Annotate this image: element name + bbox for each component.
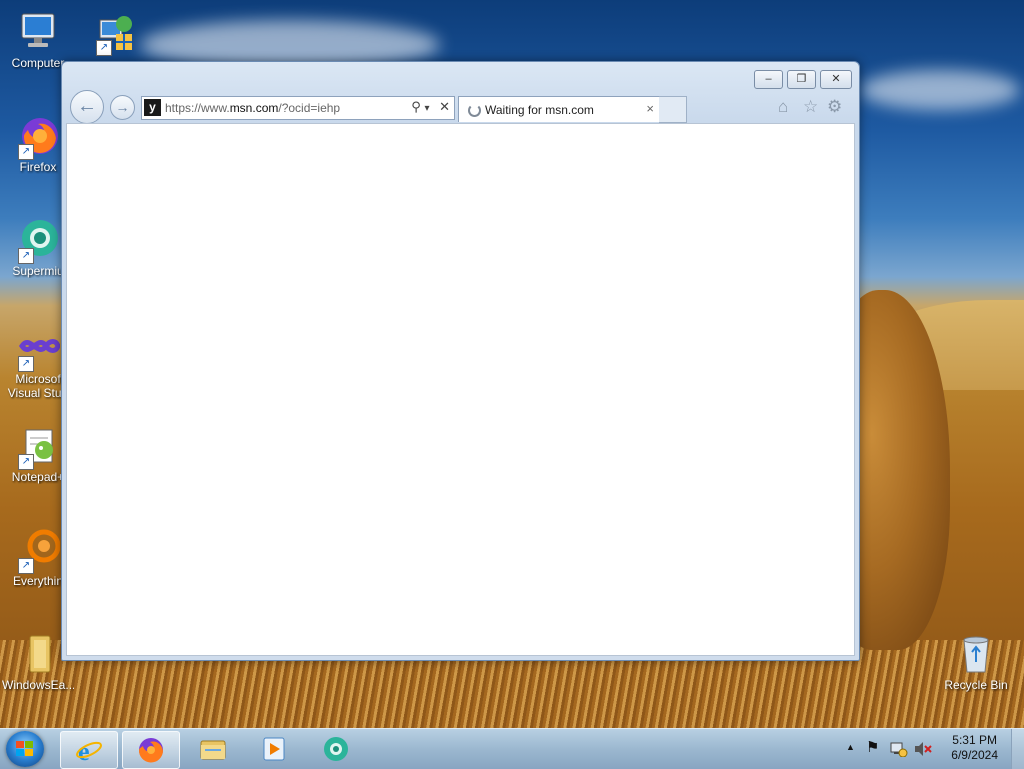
tools-icon[interactable]: ⚙ — [827, 97, 842, 117]
visual-studio-icon: ↗ — [16, 326, 61, 372]
address-bar[interactable]: y https://www.msn.com/?ocid=iehp ⚲ ▾ ✕ — [141, 96, 455, 120]
file-explorer-icon — [200, 740, 226, 760]
shortcut-arrow-icon: ↗ — [18, 558, 34, 574]
shortcut-arrow-icon: ↗ — [96, 40, 112, 56]
supermium-icon: ↗ — [16, 218, 60, 264]
desktop-icon-network[interactable]: ↗ — [80, 10, 152, 56]
everything-icon: ↗ — [16, 528, 61, 574]
start-button[interactable] — [6, 731, 44, 767]
firefox-icon: ↗ — [16, 114, 60, 160]
internet-explorer-icon: e — [76, 737, 102, 764]
media-player-icon — [263, 737, 285, 761]
back-button[interactable]: ← — [70, 90, 104, 124]
supermium-icon — [324, 737, 348, 761]
address-url[interactable]: https://www.msn.com/?ocid=iehp — [165, 101, 340, 115]
action-center-flag-icon[interactable]: ⚑ — [866, 738, 879, 756]
close-button[interactable]: ✕ — [820, 70, 852, 89]
desktop-icon-label: WindowsEa... — [2, 678, 74, 692]
cloud — [860, 70, 1020, 110]
shortcut-arrow-icon: ↗ — [18, 144, 34, 160]
favorites-icon[interactable]: ☆ — [803, 97, 818, 117]
new-tab-button[interactable] — [659, 96, 687, 123]
tab-close-icon[interactable]: × — [646, 101, 654, 116]
network-icon: ↗ — [94, 10, 138, 56]
system-clock[interactable]: 5:31 PM 6/9/2024 — [951, 733, 998, 763]
taskbar-media-player[interactable] — [246, 731, 302, 767]
dropdown-icon[interactable]: ▾ — [424, 103, 429, 114]
browser-tab[interactable]: Waiting for msn.com × — [458, 96, 660, 122]
url-suffix: /?ocid=iehp — [278, 101, 341, 115]
browser-window[interactable]: – ❐ ✕ ← → y https://www.msn.com/?ocid=ie… — [61, 61, 860, 661]
desktop-icon-recycle-bin[interactable]: Recycle Bin — [940, 632, 1012, 692]
taskbar-file-explorer[interactable] — [185, 731, 241, 767]
tab-title: Waiting for msn.com — [485, 103, 594, 117]
show-hidden-icons-button[interactable]: ▲ — [846, 742, 855, 752]
volume-muted-icon[interactable] — [914, 741, 932, 757]
taskbar-supermium[interactable] — [308, 731, 364, 767]
firefox-icon — [138, 738, 163, 763]
windows-logo-icon — [16, 741, 33, 756]
search-icon[interactable]: ⚲ — [411, 99, 421, 114]
shortcut-arrow-icon: ↗ — [18, 454, 34, 470]
taskbar-firefox[interactable] — [122, 731, 180, 769]
desktop: Computer ↗ ↗ Firefox ↗ Supermiu ↗ Micros… — [0, 0, 1024, 728]
show-desktop-button[interactable] — [1011, 729, 1024, 769]
shortcut-arrow-icon: ↗ — [18, 248, 34, 264]
desktop-icon-label: Recycle Bin — [944, 678, 1008, 692]
computer-icon — [16, 10, 60, 54]
home-icon[interactable]: ⌂ — [778, 97, 788, 117]
restore-button[interactable]: ❐ — [787, 70, 816, 89]
forward-button[interactable]: → — [110, 95, 135, 120]
loading-spinner-icon — [468, 104, 481, 117]
minimize-button[interactable]: – — [754, 70, 783, 89]
clock-time: 5:31 PM — [952, 733, 997, 747]
notepadpp-icon: ↗ — [16, 424, 60, 470]
address-tools: ⚲ ▾ ✕ — [411, 99, 450, 115]
url-host: msn.com — [229, 101, 279, 115]
shortcut-arrow-icon: ↗ — [18, 356, 34, 372]
clock-date: 6/9/2024 — [951, 748, 998, 762]
folder-icon — [16, 632, 60, 676]
taskbar-internet-explorer[interactable]: e — [60, 731, 118, 769]
page-content-area[interactable] — [66, 123, 855, 656]
stop-icon[interactable]: ✕ — [439, 99, 450, 114]
network-status-icon[interactable] — [890, 741, 908, 757]
site-favicon: y — [144, 99, 161, 116]
taskbar: e ▲ ⚑ 5:31 PM 6/9/2024 — [0, 728, 1024, 769]
recycle-bin-icon — [954, 632, 998, 676]
url-prefix: https://www. — [165, 101, 230, 115]
